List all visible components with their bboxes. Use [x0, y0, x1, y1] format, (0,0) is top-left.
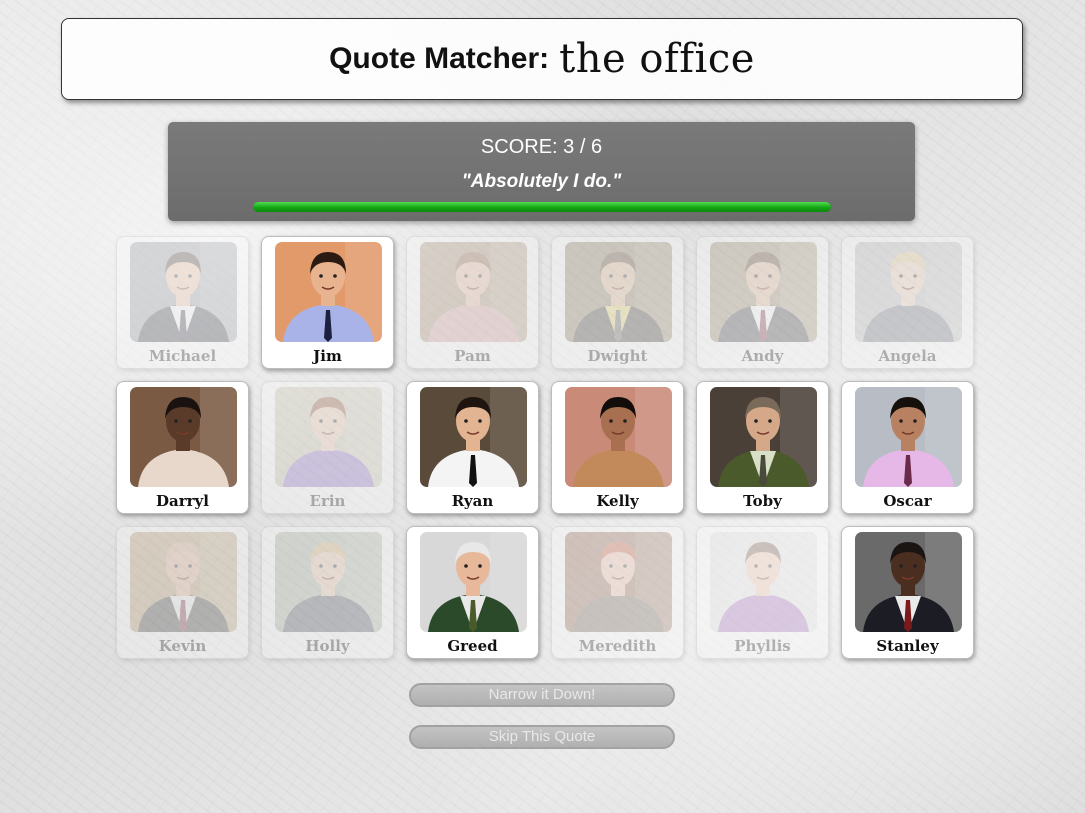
skip-quote-button[interactable]: Skip This Quote [409, 725, 675, 749]
timer-progress-fill [253, 202, 831, 212]
character-card-andy[interactable]: Andy [696, 236, 829, 369]
character-card-dwight[interactable]: Dwight [551, 236, 684, 369]
character-photo [565, 387, 672, 487]
character-photo [855, 242, 962, 342]
character-photo [275, 532, 382, 632]
character-card-oscar[interactable]: Oscar [841, 381, 974, 514]
character-name: Pam [454, 347, 491, 365]
character-card-erin[interactable]: Erin [261, 381, 394, 514]
character-name: Kevin [158, 637, 207, 655]
character-card-meredith[interactable]: Meredith [551, 526, 684, 659]
character-photo [420, 387, 527, 487]
character-card-angela[interactable]: Angela [841, 236, 974, 369]
character-card-jim[interactable]: Jim [261, 236, 394, 369]
narrow-it-down-button[interactable]: Narrow it Down! [409, 683, 675, 707]
character-name: Oscar [883, 492, 932, 510]
character-photo [420, 532, 527, 632]
character-name: Meredith [578, 637, 657, 655]
character-name: Ryan [451, 492, 494, 510]
app-title-prefix: Quote Matcher: [329, 42, 550, 75]
character-card-kevin[interactable]: Kevin [116, 526, 249, 659]
timer-progress-bar [253, 202, 831, 212]
character-name: Dwight [587, 347, 648, 365]
character-photo [710, 242, 817, 342]
character-name: Greed [447, 637, 498, 655]
quote-text: "Absolutely I do." [461, 171, 622, 192]
character-photo [130, 387, 237, 487]
character-name: Angela [878, 347, 937, 365]
show-logo-text: the office [559, 36, 755, 82]
character-card-toby[interactable]: Toby [696, 381, 829, 514]
character-photo [420, 242, 527, 342]
character-card-michael[interactable]: Michael [116, 236, 249, 369]
character-name: Jim [313, 347, 342, 365]
score-text: SCORE: 3 / 6 [480, 136, 603, 158]
character-photo [565, 532, 672, 632]
character-card-pam[interactable]: Pam [406, 236, 539, 369]
character-photo [130, 242, 237, 342]
character-card-kelly[interactable]: Kelly [551, 381, 684, 514]
character-card-phyllis[interactable]: Phyllis [696, 526, 829, 659]
character-name: Stanley [876, 637, 939, 655]
character-name: Holly [305, 637, 350, 655]
character-name: Andy [741, 347, 784, 365]
character-photo [275, 242, 382, 342]
character-card-stanley[interactable]: Stanley [841, 526, 974, 659]
character-photo [275, 387, 382, 487]
score-panel: SCORE: 3 / 6 "Absolutely I do." [168, 122, 915, 221]
character-name: Michael [148, 347, 217, 365]
character-name: Darryl [156, 492, 209, 510]
character-photo [130, 532, 237, 632]
character-card-darryl[interactable]: Darryl [116, 381, 249, 514]
character-card-greed[interactable]: Greed [406, 526, 539, 659]
character-card-holly[interactable]: Holly [261, 526, 394, 659]
character-card-ryan[interactable]: Ryan [406, 381, 539, 514]
character-photo [855, 387, 962, 487]
character-photo [565, 242, 672, 342]
character-name: Erin [309, 492, 346, 510]
character-name: Kelly [596, 492, 639, 510]
character-name: Toby [743, 492, 782, 510]
character-photo [710, 532, 817, 632]
character-photo [855, 532, 962, 632]
app-header: Quote Matcher: the office [61, 18, 1023, 100]
character-photo [710, 387, 817, 487]
character-name: Phyllis [734, 637, 791, 655]
